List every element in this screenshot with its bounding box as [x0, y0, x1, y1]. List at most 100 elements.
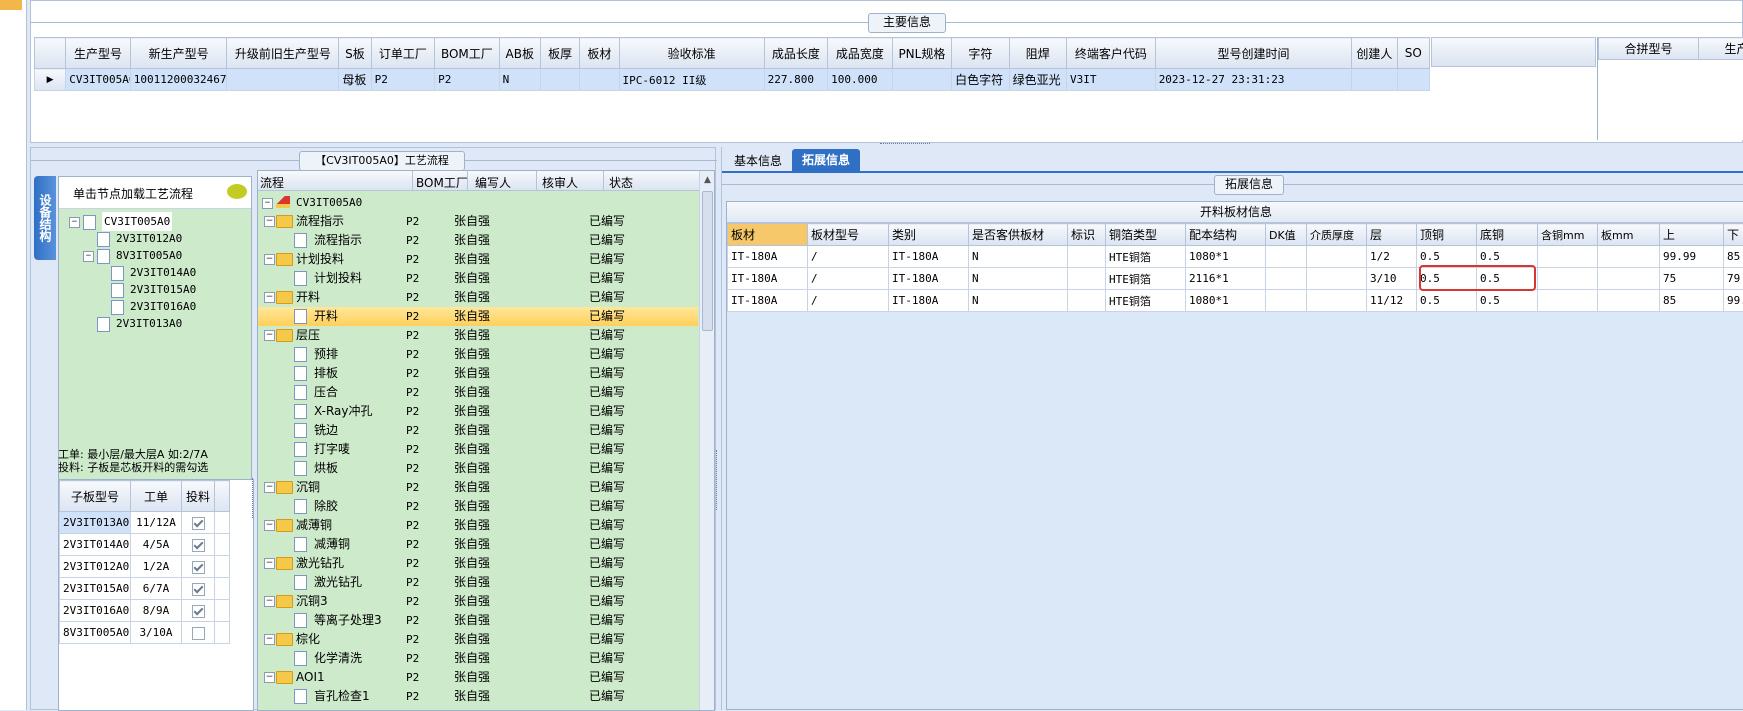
col-header[interactable]: 字符: [952, 38, 1009, 69]
feed-checkbox[interactable]: [192, 561, 205, 574]
table-cell[interactable]: 2023-12-27 23:31:23: [1155, 69, 1352, 91]
col-header[interactable]: 含铜mm: [1538, 224, 1598, 246]
table-cell[interactable]: 1/2A: [131, 556, 182, 578]
table-cell[interactable]: 10011200032467: [130, 69, 227, 91]
table-cell[interactable]: [892, 69, 951, 91]
table-cell[interactable]: /: [808, 268, 889, 290]
col-header[interactable]: 生产型号: [1699, 38, 1743, 60]
collapse-icon[interactable]: −: [264, 254, 275, 265]
flow-tree-row[interactable]: X-Ray冲孔P2张自强已编写: [258, 402, 698, 421]
flow-tree-row[interactable]: 除胶P2张自强已编写: [258, 497, 698, 516]
col-header[interactable]: 升级前旧生产型号: [227, 38, 339, 69]
col-header[interactable]: 类别: [889, 224, 969, 246]
table-cell[interactable]: [227, 69, 339, 91]
tab-extended-info[interactable]: 拓展信息: [792, 149, 860, 173]
col-header[interactable]: 型号创建时间: [1155, 38, 1352, 69]
table-cell[interactable]: P2: [371, 69, 435, 91]
col-header[interactable]: 终端客户代码: [1067, 38, 1156, 69]
col-header[interactable]: 是否客供板材: [969, 224, 1068, 246]
table-row[interactable]: ▶ CV3IT005A0 10011200032467 母板 P2 P2 N I…: [35, 69, 1430, 91]
col-header[interactable]: 阻焊: [1009, 38, 1066, 69]
collapse-icon[interactable]: −: [264, 558, 275, 569]
col-header[interactable]: 标识: [1068, 224, 1106, 246]
flow-tree-row[interactable]: −棕化P2张自强已编写: [258, 630, 698, 649]
table-cell[interactable]: 99.: [1724, 290, 1743, 312]
table-cell[interactable]: IT-180A: [889, 268, 969, 290]
table-cell[interactable]: P2: [435, 69, 500, 91]
table-cell[interactable]: 6/7A: [131, 578, 182, 600]
feed-checkbox[interactable]: [192, 517, 205, 530]
table-cell[interactable]: [182, 534, 215, 556]
table-cell[interactable]: /: [808, 290, 889, 312]
table-cell[interactable]: 2116*1: [1186, 268, 1266, 290]
table-cell[interactable]: [1068, 290, 1106, 312]
collapse-icon[interactable]: −: [264, 520, 275, 531]
tree-node[interactable]: 2V3IT013A0: [59, 314, 251, 333]
table-row[interactable]: IT-180A/IT-180ANHTE铜箔1080*11/20.50.599.9…: [728, 246, 1743, 268]
table-cell[interactable]: IT-180A: [728, 290, 808, 312]
flow-tree-row[interactable]: −流程指示P2张自强已编写: [258, 212, 698, 231]
table-cell[interactable]: [1538, 246, 1598, 268]
col-header[interactable]: 上: [1660, 224, 1724, 246]
flow-tree-row[interactable]: −AOI1P2张自强已编写: [258, 668, 698, 687]
flow-tree-row[interactable]: 打字唛P2张自强已编写: [258, 440, 698, 459]
col-header[interactable]: BOM工厂: [416, 174, 468, 191]
table-cell[interactable]: 母板: [339, 69, 371, 91]
flow-tree-row[interactable]: 计划投料P2张自强已编写: [258, 269, 698, 288]
collapse-icon[interactable]: −: [83, 251, 94, 262]
col-header[interactable]: S板: [339, 38, 371, 69]
table-cell[interactable]: [1068, 268, 1106, 290]
flow-tree-row[interactable]: −计划投料P2张自强已编写: [258, 250, 698, 269]
table-cell[interactable]: [182, 622, 215, 644]
collapse-icon[interactable]: −: [264, 292, 275, 303]
table-cell[interactable]: 0.5: [1477, 290, 1538, 312]
collapse-icon[interactable]: −: [264, 672, 275, 683]
table-row[interactable]: IT-180A/IT-180ANHTE铜箔1080*111/120.50.585…: [728, 290, 1743, 312]
structure-side-tab[interactable]: 设备结构: [34, 176, 56, 260]
table-cell[interactable]: [1352, 69, 1397, 91]
col-header[interactable]: 创建人: [1352, 38, 1397, 69]
table-cell[interactable]: 绿色亚光: [1009, 69, 1066, 91]
flow-tree-row[interactable]: 减薄铜P2张自强已编写: [258, 535, 698, 554]
table-cell[interactable]: [1307, 268, 1367, 290]
col-header[interactable]: AB板: [499, 38, 540, 69]
table-cell[interactable]: IT-180A: [889, 290, 969, 312]
table-cell[interactable]: [182, 512, 215, 534]
col-header[interactable]: PNL规格: [892, 38, 951, 69]
table-cell[interactable]: 99.99: [1660, 246, 1724, 268]
table-cell[interactable]: 3/10A: [131, 622, 182, 644]
collapse-icon[interactable]: −: [264, 482, 275, 493]
col-header[interactable]: 验收标准: [619, 38, 764, 69]
flow-tree-row[interactable]: −减薄铜P2张自强已编写: [258, 516, 698, 535]
table-cell[interactable]: 85: [1660, 290, 1724, 312]
col-header[interactable]: 板材型号: [808, 224, 889, 246]
flow-tree-row[interactable]: 流程指示P2张自强已编写: [258, 231, 698, 250]
scroll-thumb[interactable]: [702, 191, 713, 331]
scroll-up-arrow[interactable]: ▲: [700, 171, 715, 189]
table-cell[interactable]: 75: [1660, 268, 1724, 290]
table-row[interactable]: IT-180A/IT-180ANHTE铜箔2116*13/100.50.5757…: [728, 268, 1743, 290]
table-cell[interactable]: 3/10: [1367, 268, 1417, 290]
flow-tree-row[interactable]: 压合P2张自强已编写: [258, 383, 698, 402]
table-cell[interactable]: 白色字符: [952, 69, 1009, 91]
table-cell[interactable]: 2V3IT013A0: [60, 512, 131, 534]
table-cell[interactable]: 227.800: [764, 69, 828, 91]
flow-tree-row[interactable]: −激光钻孔P2张自强已编写: [258, 554, 698, 573]
table-cell[interactable]: [1598, 290, 1660, 312]
table-cell[interactable]: 2V3IT015A0: [60, 578, 131, 600]
collapse-icon[interactable]: −: [264, 216, 275, 227]
table-cell[interactable]: [540, 69, 579, 91]
flow-tree-row[interactable]: −沉铜P2张自强已编写: [258, 478, 698, 497]
col-header[interactable]: 铜箔类型: [1106, 224, 1186, 246]
table-cell[interactable]: [1307, 246, 1367, 268]
table-cell[interactable]: [182, 578, 215, 600]
table-cell[interactable]: [182, 556, 215, 578]
table-cell[interactable]: [1598, 246, 1660, 268]
table-cell[interactable]: HTE铜箔: [1106, 246, 1186, 268]
flow-tree-row[interactable]: −沉铜3P2张自强已编写: [258, 592, 698, 611]
table-cell[interactable]: [1266, 290, 1307, 312]
col-header[interactable]: 底铜: [1477, 224, 1538, 246]
flow-tree-row[interactable]: 化学清洗P2张自强已编写: [258, 649, 698, 668]
col-header[interactable]: 层: [1367, 224, 1417, 246]
col-header[interactable]: 核审人: [542, 174, 578, 191]
